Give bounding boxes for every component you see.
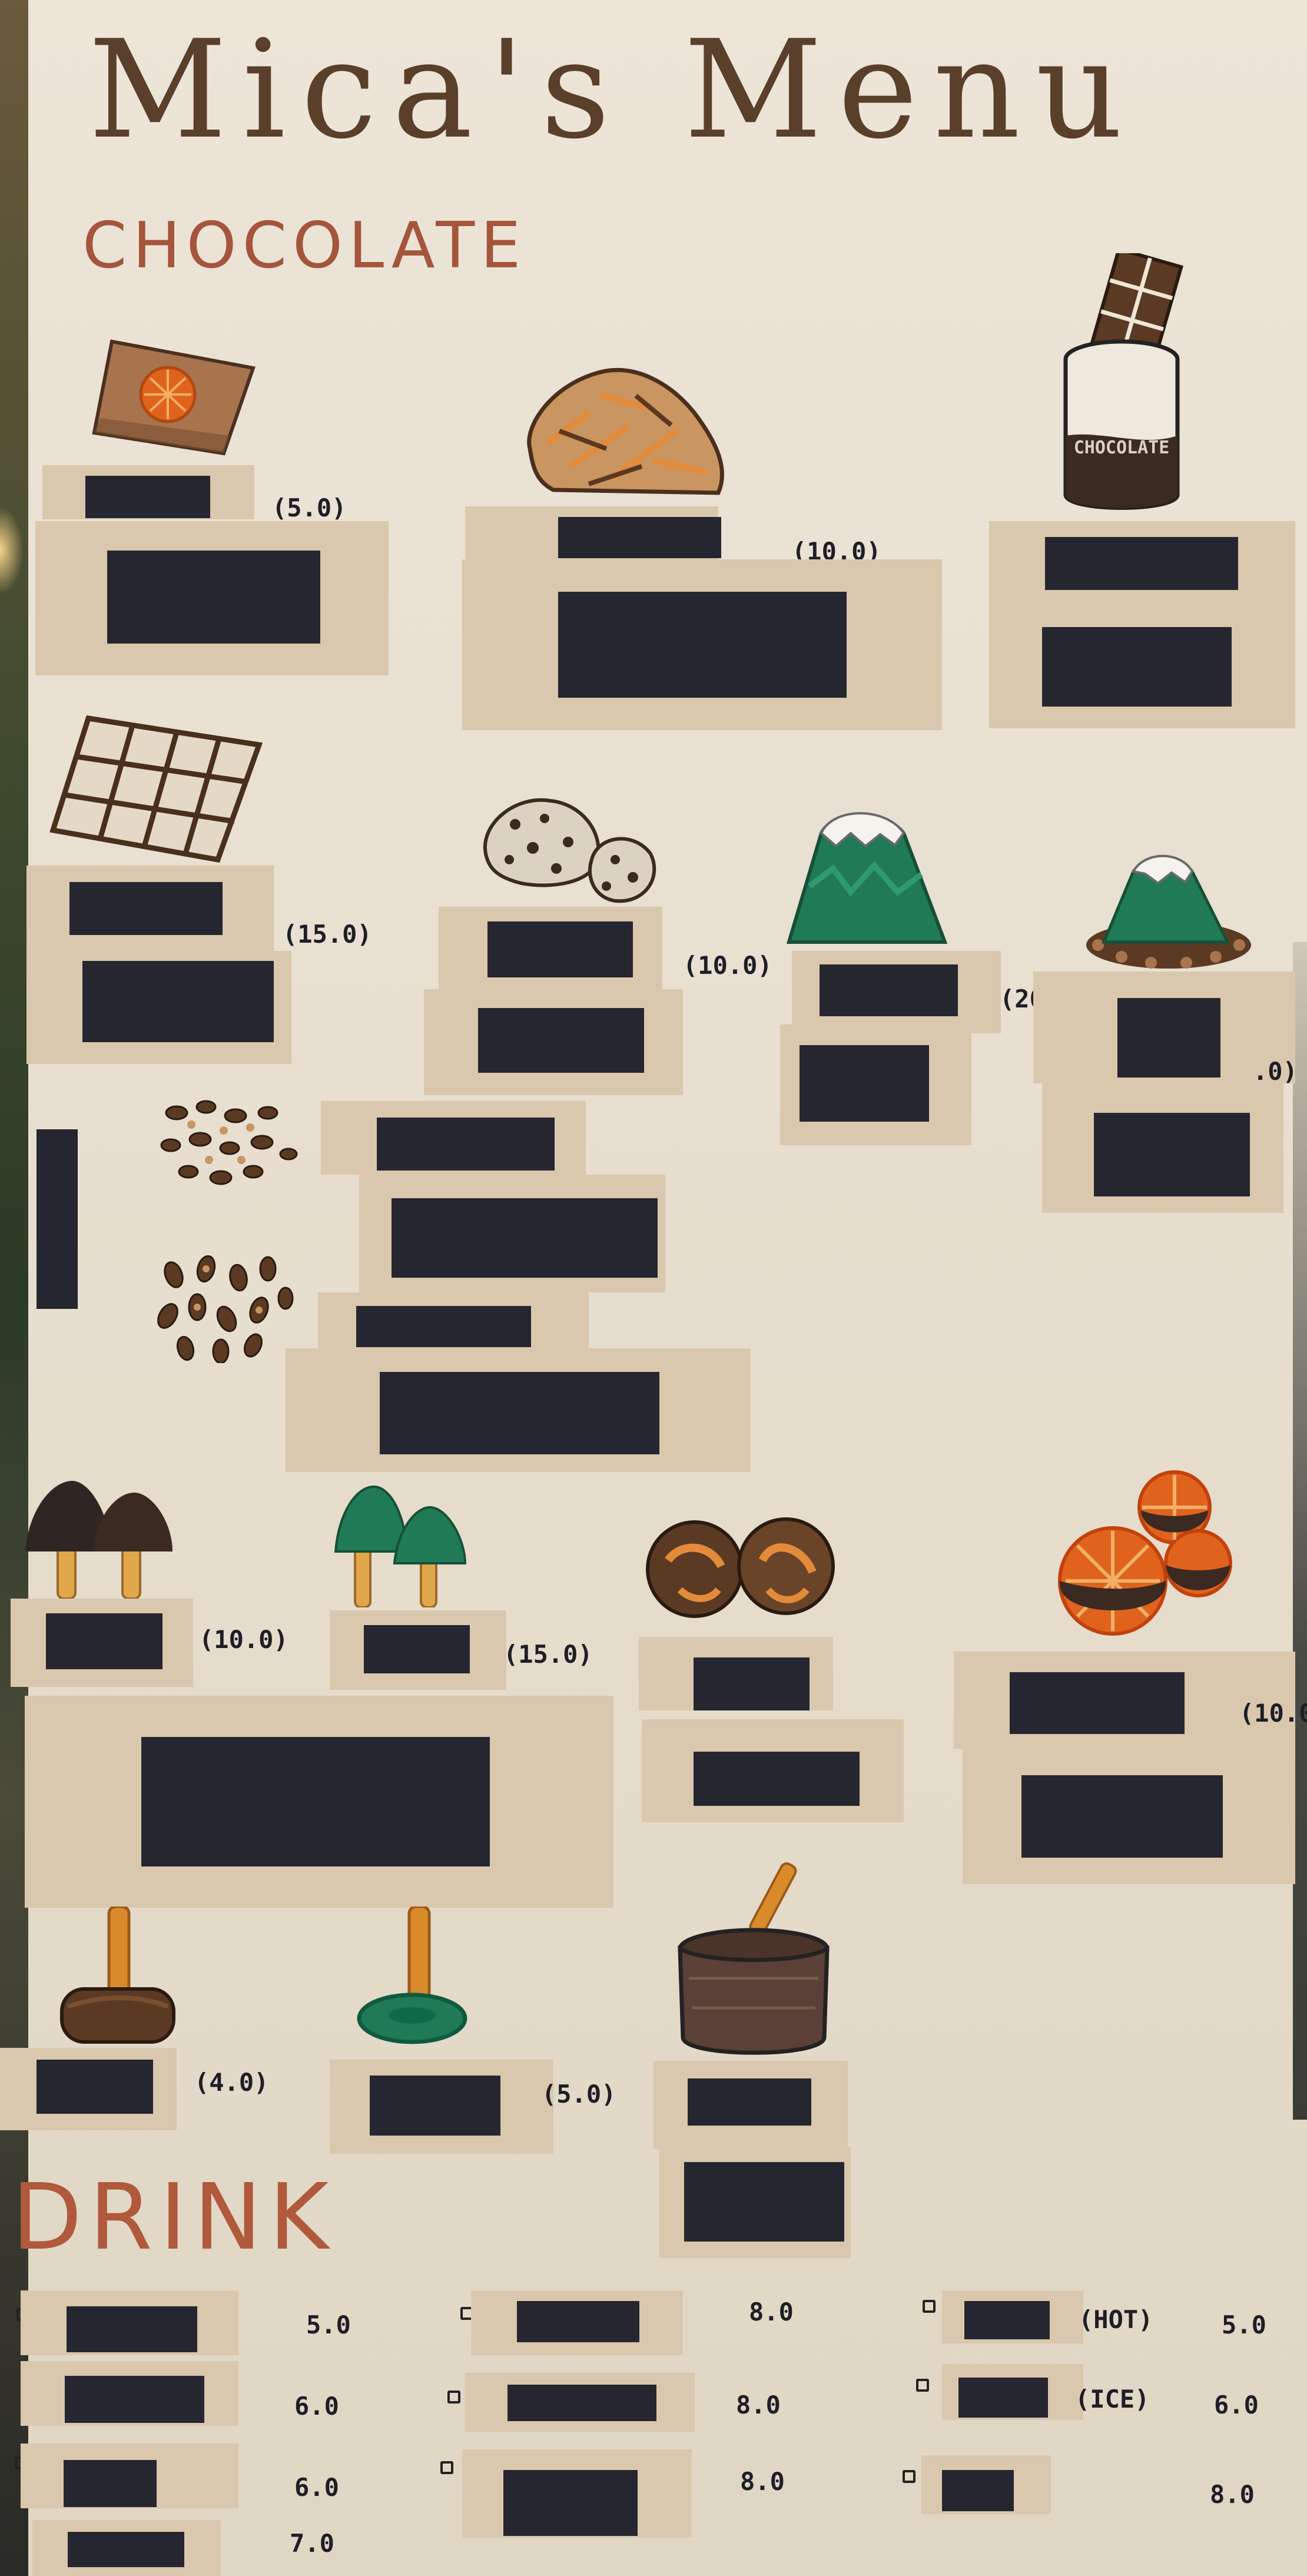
chocolate-coated-almonds-illustration (157, 1255, 294, 1363)
drink-price: 7.0 (290, 2529, 334, 2558)
section-heading-drink: DRINK (12, 2164, 336, 2270)
background-right-strip (1293, 942, 1307, 2120)
drink-price: 5.0 (306, 2310, 351, 2339)
redacted-item-name (37, 2060, 153, 2114)
redacted-item-description (107, 551, 320, 644)
rocky-chocolate-bark-illustration (527, 368, 724, 495)
redacted-item-name (356, 1306, 531, 1347)
chocolate-lollipop-illustration (60, 1907, 175, 2044)
redacted-drink-name (68, 2532, 184, 2567)
drink-checkbox-icon (916, 2379, 929, 2392)
redacted-drink-name (503, 2470, 638, 2536)
drink-price: 8.0 (749, 2297, 794, 2326)
redacted-item-name (85, 476, 210, 518)
redacted-item-description (558, 592, 847, 698)
redacted-item-name (364, 1625, 470, 1673)
drink-price: 8.0 (1210, 2480, 1255, 2509)
redacted-item-name (377, 1118, 555, 1171)
drink-checkbox-icon (923, 2300, 936, 2313)
redacted-drink-name (65, 2376, 204, 2423)
redacted-item-name (820, 964, 958, 1016)
drink-price: 5.0 (1222, 2310, 1266, 2339)
redacted-item-description (684, 2162, 844, 2242)
chocolate-chip-cookies-illustration (483, 798, 656, 903)
redacted-item-description (694, 1752, 860, 1806)
redacted-item-name (694, 1657, 810, 1710)
drink-price: 6.0 (1214, 2391, 1259, 2419)
redacted-item-description (1094, 1113, 1250, 1196)
drink-price: 8.0 (740, 2467, 785, 2496)
item-price: (5.0) (542, 2080, 616, 2108)
redacted-drink-name (517, 2301, 639, 2342)
chocolate-coated-nuts-illustration (160, 1100, 298, 1185)
chocolate-dipped-oranges-illustration (1058, 1470, 1232, 1636)
redacted-item-name (46, 1613, 162, 1669)
redacted-drink-name (507, 2385, 656, 2421)
redacted-item-name (1010, 1672, 1185, 1734)
redacted-item-name (69, 882, 223, 935)
redacted-item-name (370, 2076, 500, 2136)
redacted-side-label (37, 1129, 78, 1309)
matcha-lollipop-illustration (357, 1907, 467, 2044)
drink-tag-hot: (HOT) (1079, 2305, 1153, 2334)
redacted-item-description (478, 1008, 644, 1073)
drink-price: 6.0 (294, 2392, 339, 2421)
item-price: (10.0) (1239, 1699, 1307, 1728)
section-heading-chocolate: CHOCOLATE (82, 209, 527, 283)
menu-title: Mica's Menu (88, 12, 1139, 169)
drink-checkbox-icon (903, 2470, 915, 2483)
redacted-drink-name (958, 2378, 1048, 2418)
chocolate-mushrooms-illustration (25, 1481, 173, 1600)
chocolate-bar-grid-illustration (49, 715, 263, 863)
redacted-item-description (82, 961, 274, 1042)
matcha-mountain-illustration (786, 812, 948, 944)
redacted-drink-name (67, 2306, 197, 2352)
item-price: (15.0) (283, 920, 372, 949)
redacted-item-description (392, 1198, 658, 1278)
item-price: .0) (1253, 1057, 1298, 1086)
redacted-item-name (1045, 537, 1238, 590)
redacted-drink-name (64, 2460, 157, 2507)
lamp-glow (0, 506, 24, 595)
orange-chocolate-box-illustration (92, 339, 256, 456)
redacted-item-description (1021, 1775, 1223, 1858)
item-price: (10.0) (683, 951, 772, 980)
redacted-item-description (380, 1372, 659, 1454)
redacted-item-name (558, 517, 721, 558)
drink-checkbox-icon (447, 2391, 460, 2403)
item-price: (10.0) (199, 1625, 288, 1654)
item-price: (15.0) (503, 1640, 593, 1669)
item-price: (4.0) (194, 2068, 269, 2097)
redacted-drink-name (942, 2470, 1014, 2511)
chocolate-jar-illustration: CHOCOLATE (1063, 253, 1184, 510)
chocolate-fondue-pot-illustration (678, 1862, 830, 2055)
redacted-item-name (487, 921, 633, 977)
drink-price: 8.0 (736, 2391, 781, 2419)
drink-price: 6.0 (294, 2473, 339, 2502)
drink-checkbox-icon (440, 2461, 453, 2474)
redacted-item-name (1117, 998, 1220, 1078)
redacted-item-description (800, 1045, 929, 1122)
matcha-mountain-with-nuts-illustration (1086, 854, 1251, 969)
matcha-mushrooms-illustration (334, 1485, 467, 1607)
drink-tag-ice: (ICE) (1075, 2385, 1150, 2413)
item-price: (5.0) (272, 493, 347, 522)
redacted-item-description (1042, 627, 1232, 707)
redacted-item-name (688, 2078, 811, 2126)
orange-truffles-illustration (646, 1517, 835, 1618)
redacted-drink-name (964, 2301, 1050, 2339)
jar-label: CHOCOLATE (1074, 437, 1170, 458)
redacted-item-description (141, 1737, 490, 1866)
